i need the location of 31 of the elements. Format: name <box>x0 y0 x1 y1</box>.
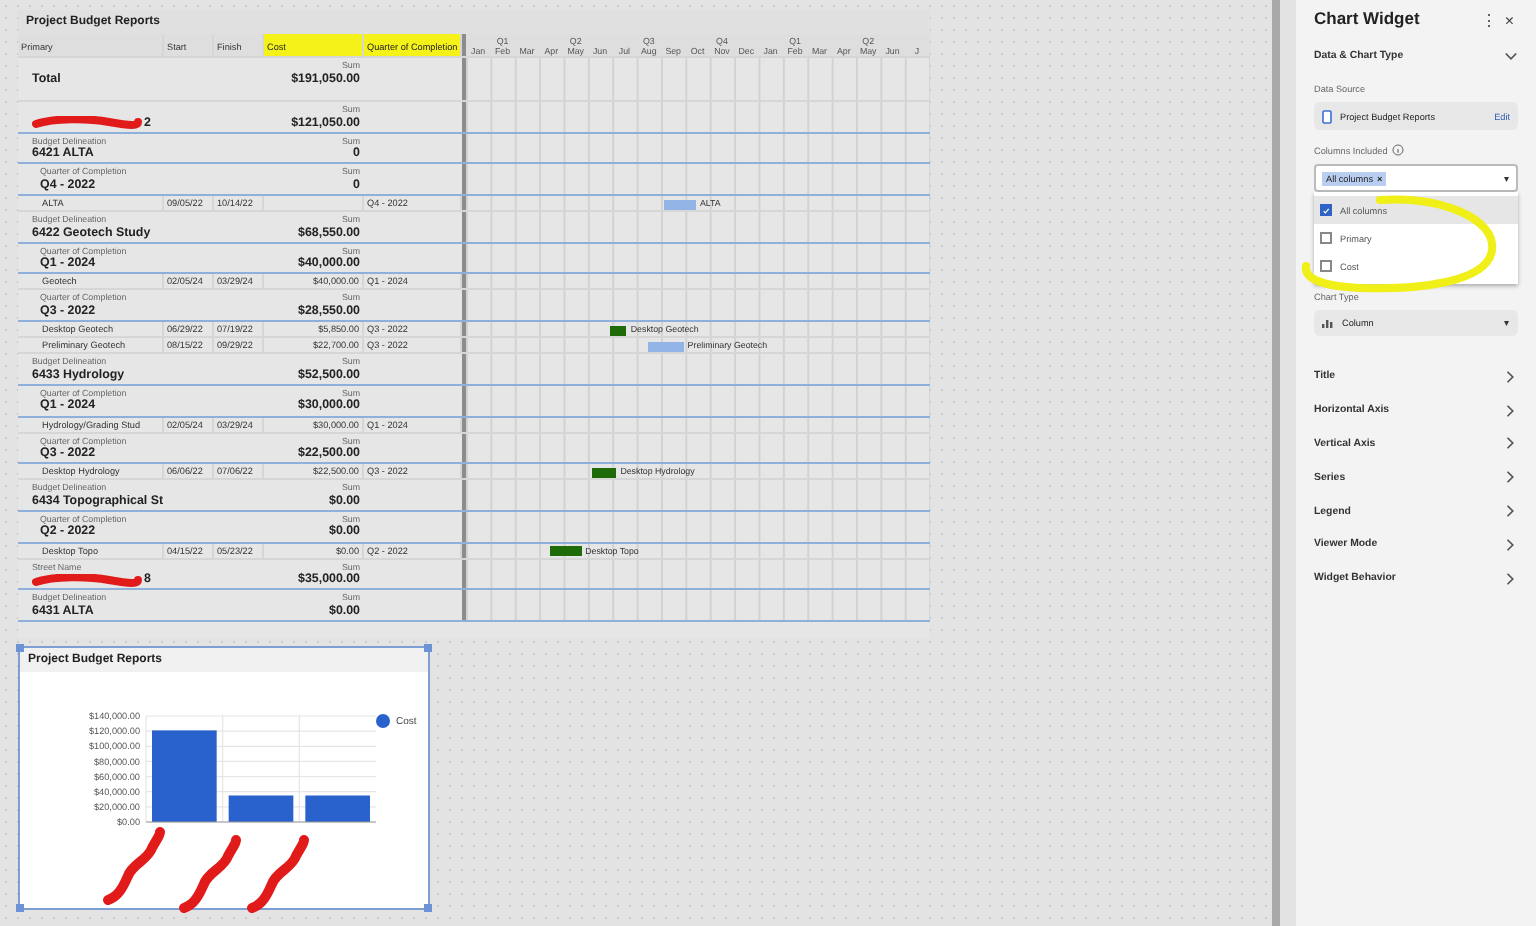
redaction-scribble <box>244 832 312 916</box>
resize-handle[interactable] <box>16 644 24 652</box>
document-icon <box>1322 109 1332 123</box>
more-menu-button[interactable]: ⋮ <box>1476 12 1501 30</box>
chevron-icon <box>1504 403 1518 418</box>
resize-handle[interactable] <box>424 904 432 912</box>
chevron-icon <box>1504 49 1518 63</box>
chevron-icon <box>1504 436 1518 451</box>
chart-bar <box>228 795 294 822</box>
panel-title: Chart Widget <box>1314 8 1420 28</box>
resize-handle[interactable] <box>424 644 432 652</box>
chevron-icon <box>1504 504 1518 519</box>
chevron-icon <box>1504 470 1518 485</box>
checkbox[interactable] <box>1320 232 1332 244</box>
chevron-icon <box>1504 537 1518 552</box>
gantt-bar[interactable] <box>592 467 617 478</box>
scrollbar[interactable] <box>1272 0 1280 926</box>
redaction-scribble <box>176 832 244 916</box>
chevron-icon <box>1504 571 1518 586</box>
chart-bar <box>305 795 370 822</box>
bar-chart-icon <box>1322 318 1334 328</box>
chevron-icon <box>1504 369 1518 384</box>
gantt-bar[interactable] <box>610 325 627 336</box>
chart-bar <box>152 730 217 822</box>
resize-handle[interactable] <box>16 904 24 912</box>
checkbox[interactable] <box>1320 260 1332 272</box>
gantt-bar[interactable] <box>550 546 582 557</box>
redaction-scribble <box>100 824 168 908</box>
checkbox[interactable] <box>1320 204 1332 216</box>
info-icon <box>1391 144 1404 156</box>
close-button[interactable]: × <box>1500 12 1518 30</box>
